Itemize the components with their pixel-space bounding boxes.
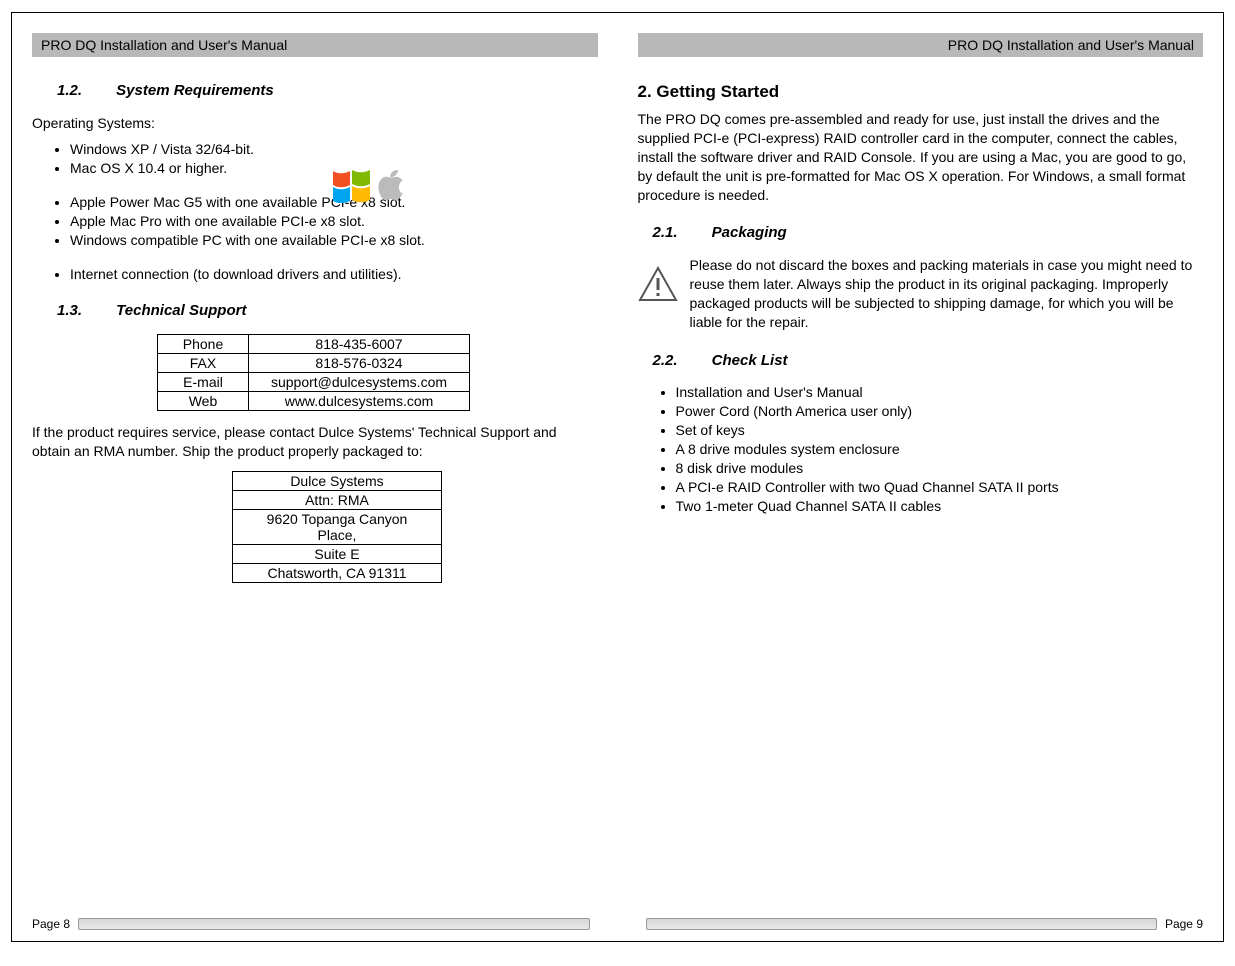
contact-phone: 818-435-6007 (249, 334, 470, 353)
net-list: Internet connection (to download drivers… (70, 266, 598, 282)
list-item: Apple Mac Pro with one available PCI-e x… (70, 213, 598, 229)
address-line: Chatsworth, CA 91311 (233, 563, 442, 582)
page-number-right: Page 9 (1165, 917, 1203, 931)
contact-web-label: Web (158, 391, 249, 410)
packaging-text: Please do not discard the boxes and pack… (686, 256, 1204, 332)
address-line: Dulce Systems (233, 471, 442, 490)
right-page: PRO DQ Installation and User's Manual 2.… (618, 13, 1224, 941)
contact-email-label: E-mail (158, 372, 249, 391)
contact-phone-label: Phone (158, 334, 249, 353)
table-row: E-mail support@dulcesystems.com (158, 372, 470, 391)
list-item: 8 disk drive modules (676, 460, 1204, 476)
list-item: A PCI-e RAID Controller with two Quad Ch… (676, 479, 1204, 495)
footer-right: Page 9 (638, 917, 1204, 931)
address-line: 9620 Topanga Canyon Place, (233, 509, 442, 544)
heading-getting-started: 2. Getting Started (638, 82, 1204, 102)
contact-email: support@dulcesystems.com (249, 372, 470, 391)
list-item: Installation and User's Manual (676, 384, 1204, 400)
table-row: Web www.dulcesystems.com (158, 391, 470, 410)
list-item: Set of keys (676, 422, 1204, 438)
contact-web: www.dulcesystems.com (249, 391, 470, 410)
os-icons (330, 165, 410, 203)
heading-system-requirements: 1.2. System Requirements (57, 82, 598, 99)
windows-icon (330, 165, 372, 203)
contact-table: Phone 818-435-6007 FAX 818-576-0324 E-ma… (157, 334, 470, 411)
rma-text: If the product requires service, please … (32, 423, 598, 461)
heading-check-list: 2.2. Check List (653, 352, 1204, 369)
address-line: Suite E (233, 544, 442, 563)
list-item: Power Cord (North America user only) (676, 403, 1204, 419)
list-item: A 8 drive modules system enclosure (676, 441, 1204, 457)
contact-fax: 818-576-0324 (249, 353, 470, 372)
footer-left: Page 8 (32, 917, 598, 931)
table-row: Phone 818-435-6007 (158, 334, 470, 353)
heading-technical-support: 1.3. Technical Support (57, 302, 598, 319)
checklist: Installation and User's Manual Power Cor… (676, 384, 1204, 514)
address-line: Attn: RMA (233, 490, 442, 509)
intro-text: The PRO DQ comes pre-assembled and ready… (638, 110, 1204, 204)
list-item: Windows compatible PC with one available… (70, 232, 598, 248)
packaging-row: Please do not discard the boxes and pack… (638, 256, 1204, 332)
apple-icon (376, 165, 410, 203)
list-item: Internet connection (to download drivers… (70, 266, 598, 282)
page-number-left: Page 8 (32, 917, 70, 931)
footer-bar-icon (646, 918, 1157, 930)
left-page: PRO DQ Installation and User's Manual 1.… (12, 13, 618, 941)
list-item: Windows XP / Vista 32/64-bit. (70, 141, 598, 157)
os-label: Operating Systems: (32, 114, 598, 133)
address-table: Dulce Systems Attn: RMA 9620 Topanga Can… (232, 471, 442, 583)
table-row: FAX 818-576-0324 (158, 353, 470, 372)
header-bar-left: PRO DQ Installation and User's Manual (32, 33, 598, 57)
list-item: Two 1-meter Quad Channel SATA II cables (676, 498, 1204, 514)
heading-packaging: 2.1. Packaging (653, 224, 1204, 241)
warning-icon (638, 256, 686, 305)
footer-bar-icon (78, 918, 589, 930)
page-frame: PRO DQ Installation and User's Manual 1.… (11, 12, 1224, 942)
contact-fax-label: FAX (158, 353, 249, 372)
header-bar-right: PRO DQ Installation and User's Manual (638, 33, 1204, 57)
